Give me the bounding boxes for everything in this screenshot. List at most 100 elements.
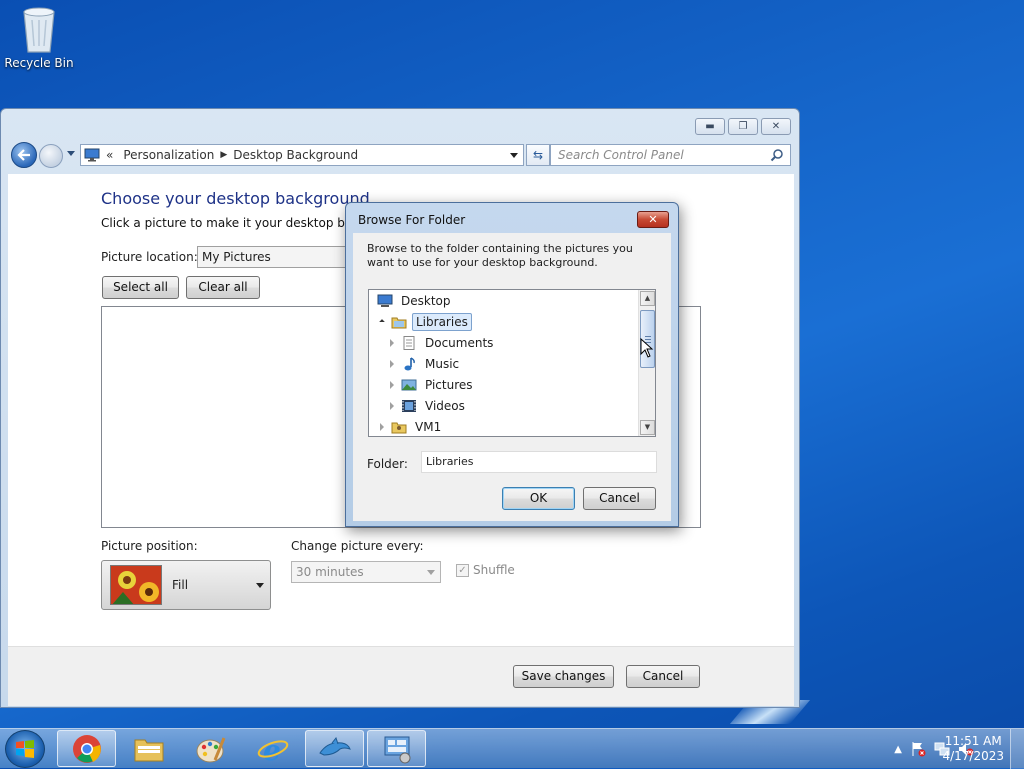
close-button[interactable]: ✕ (761, 118, 791, 135)
picture-location-select[interactable]: My Pictures (197, 246, 357, 268)
svg-text:e: e (263, 734, 281, 764)
dialog-body: Browse to the folder containing the pict… (353, 233, 671, 521)
tree-item-vm1[interactable]: VM1 (377, 417, 444, 436)
browse-for-folder-dialog: Browse For Folder ✕ Browse to the folder… (345, 202, 679, 527)
paint-palette-icon (196, 736, 225, 762)
scroll-down-button[interactable]: ▼ (640, 420, 655, 435)
maximize-icon: ❐ (738, 120, 748, 132)
forward-button[interactable] (39, 144, 63, 168)
user-folder-icon (391, 422, 407, 434)
dialog-cancel-button[interactable]: Cancel (583, 487, 656, 510)
tree-scrollbar[interactable]: ▲ ▼ (638, 290, 655, 436)
change-interval-select: 30 minutes (291, 561, 441, 583)
close-icon: ✕ (648, 213, 658, 226)
clock-date: 4/17/2023 (942, 749, 1004, 763)
folder-icon (134, 739, 163, 761)
position-preview-thumbnail (110, 565, 162, 605)
cancel-button[interactable]: Cancel (626, 665, 700, 688)
taskbar-file-explorer[interactable] (119, 730, 178, 767)
tree-item-label: Pictures (425, 378, 473, 392)
clock-time: 11:51 AM (944, 734, 1002, 748)
select-all-button[interactable]: Select all (102, 276, 179, 299)
tree-item-documents[interactable]: Documents (387, 333, 496, 353)
page-instructions: Click a picture to make it your desktop … (101, 216, 386, 230)
maximize-button[interactable]: ❐ (728, 118, 758, 135)
tree-item-label: Desktop (401, 294, 451, 308)
music-icon (404, 357, 415, 371)
breadcrumb-personalization[interactable]: Personalization (123, 148, 214, 162)
taskbar-control-panel[interactable] (367, 730, 426, 767)
tree-item-music[interactable]: Music (387, 354, 462, 374)
clear-all-button[interactable]: Clear all (186, 276, 260, 299)
taskbar-chrome[interactable] (57, 730, 116, 767)
tree-item-label: Music (425, 357, 460, 371)
search-icon[interactable] (770, 148, 784, 162)
taskbar-paint[interactable] (181, 730, 240, 767)
windows-logo-icon (16, 740, 34, 758)
address-bar[interactable]: « Personalization ▶ Desktop Background (80, 144, 524, 166)
start-button[interactable] (5, 730, 45, 768)
recycle-bin-icon (23, 7, 55, 53)
taskbar: e ▲ 11:51 AM 4/17/2023 (0, 728, 1024, 769)
chevron-down-icon (256, 583, 264, 588)
chrome-icon (72, 734, 101, 763)
dialog-close-button[interactable]: ✕ (637, 211, 669, 228)
recent-pages-dropdown[interactable] (67, 151, 75, 156)
ok-button[interactable]: OK (502, 487, 575, 510)
action-center-flag-icon[interactable] (910, 741, 926, 757)
picture-position-value: Fill (172, 578, 189, 592)
collapsed-arrow-icon[interactable] (387, 401, 397, 411)
shuffle-checkbox: ✓ Shuffle (456, 563, 515, 577)
tree-item-label: Libraries (412, 313, 472, 331)
collapsed-arrow-icon[interactable] (387, 338, 397, 348)
page-title: Choose your desktop background (101, 189, 370, 208)
folder-tree[interactable]: Desktop Libraries Documents Music Pictur (368, 289, 656, 437)
collapsed-arrow-icon[interactable] (387, 380, 397, 390)
picture-location-label: Picture location: (101, 250, 198, 264)
minimize-icon: ▬ (705, 120, 715, 132)
chevron-down-icon (427, 570, 435, 575)
taskbar-dolphin-emulator[interactable] (305, 730, 364, 767)
window-controls: ▬ ❐ ✕ (695, 118, 791, 135)
close-icon: ✕ (771, 120, 781, 132)
show-desktop-button[interactable] (1010, 729, 1024, 769)
minimize-button[interactable]: ▬ (695, 118, 725, 135)
control-panel-icon (384, 736, 410, 763)
search-input[interactable]: Search Control Panel (550, 144, 791, 166)
address-dropdown-icon[interactable] (510, 153, 518, 158)
videos-icon (402, 400, 416, 412)
folder-field[interactable]: Libraries (421, 451, 657, 473)
collapsed-arrow-icon[interactable] (387, 359, 397, 369)
pictures-icon (401, 379, 417, 391)
control-panel-icon (84, 148, 100, 162)
tree-item-desktop[interactable]: Desktop (377, 291, 454, 311)
breadcrumb-desktop-background[interactable]: Desktop Background (233, 148, 358, 162)
clock[interactable]: 11:51 AM 4/17/2023 (942, 734, 1004, 764)
breadcrumb-overflow[interactable]: « (106, 148, 113, 162)
tree-item-label: Documents (425, 336, 494, 350)
footer-bar: Save changes Cancel (8, 646, 794, 706)
expanded-arrow-icon[interactable] (377, 317, 387, 327)
breadcrumb-separator-icon[interactable]: ▶ (220, 150, 227, 160)
refresh-button[interactable]: ⇆ (526, 144, 550, 166)
dialog-description: Browse to the folder containing the pict… (367, 242, 633, 269)
tree-item-pictures[interactable]: Pictures (387, 375, 476, 395)
internet-explorer-icon: e (257, 734, 288, 764)
scroll-up-button[interactable]: ▲ (640, 291, 655, 306)
taskbar-internet-explorer[interactable]: e (243, 730, 302, 767)
tree-item-videos[interactable]: Videos (387, 396, 468, 416)
documents-icon (403, 336, 415, 350)
mouse-cursor-icon (640, 338, 654, 358)
save-changes-button[interactable]: Save changes (513, 665, 614, 688)
change-picture-label: Change picture every: (291, 539, 424, 553)
show-hidden-icons-icon[interactable]: ▲ (894, 744, 902, 755)
tree-item-libraries[interactable]: Libraries (377, 312, 472, 332)
recycle-bin-shortcut[interactable]: Recycle Bin (4, 6, 74, 70)
collapsed-arrow-icon[interactable] (377, 422, 387, 432)
tree-item-label: Videos (425, 399, 465, 413)
checkbox-checked-icon: ✓ (456, 563, 469, 577)
back-button[interactable] (11, 142, 37, 168)
picture-position-select[interactable]: Fill (101, 560, 271, 610)
recycle-bin-label: Recycle Bin (4, 56, 74, 70)
search-placeholder: Search Control Panel (558, 148, 684, 162)
